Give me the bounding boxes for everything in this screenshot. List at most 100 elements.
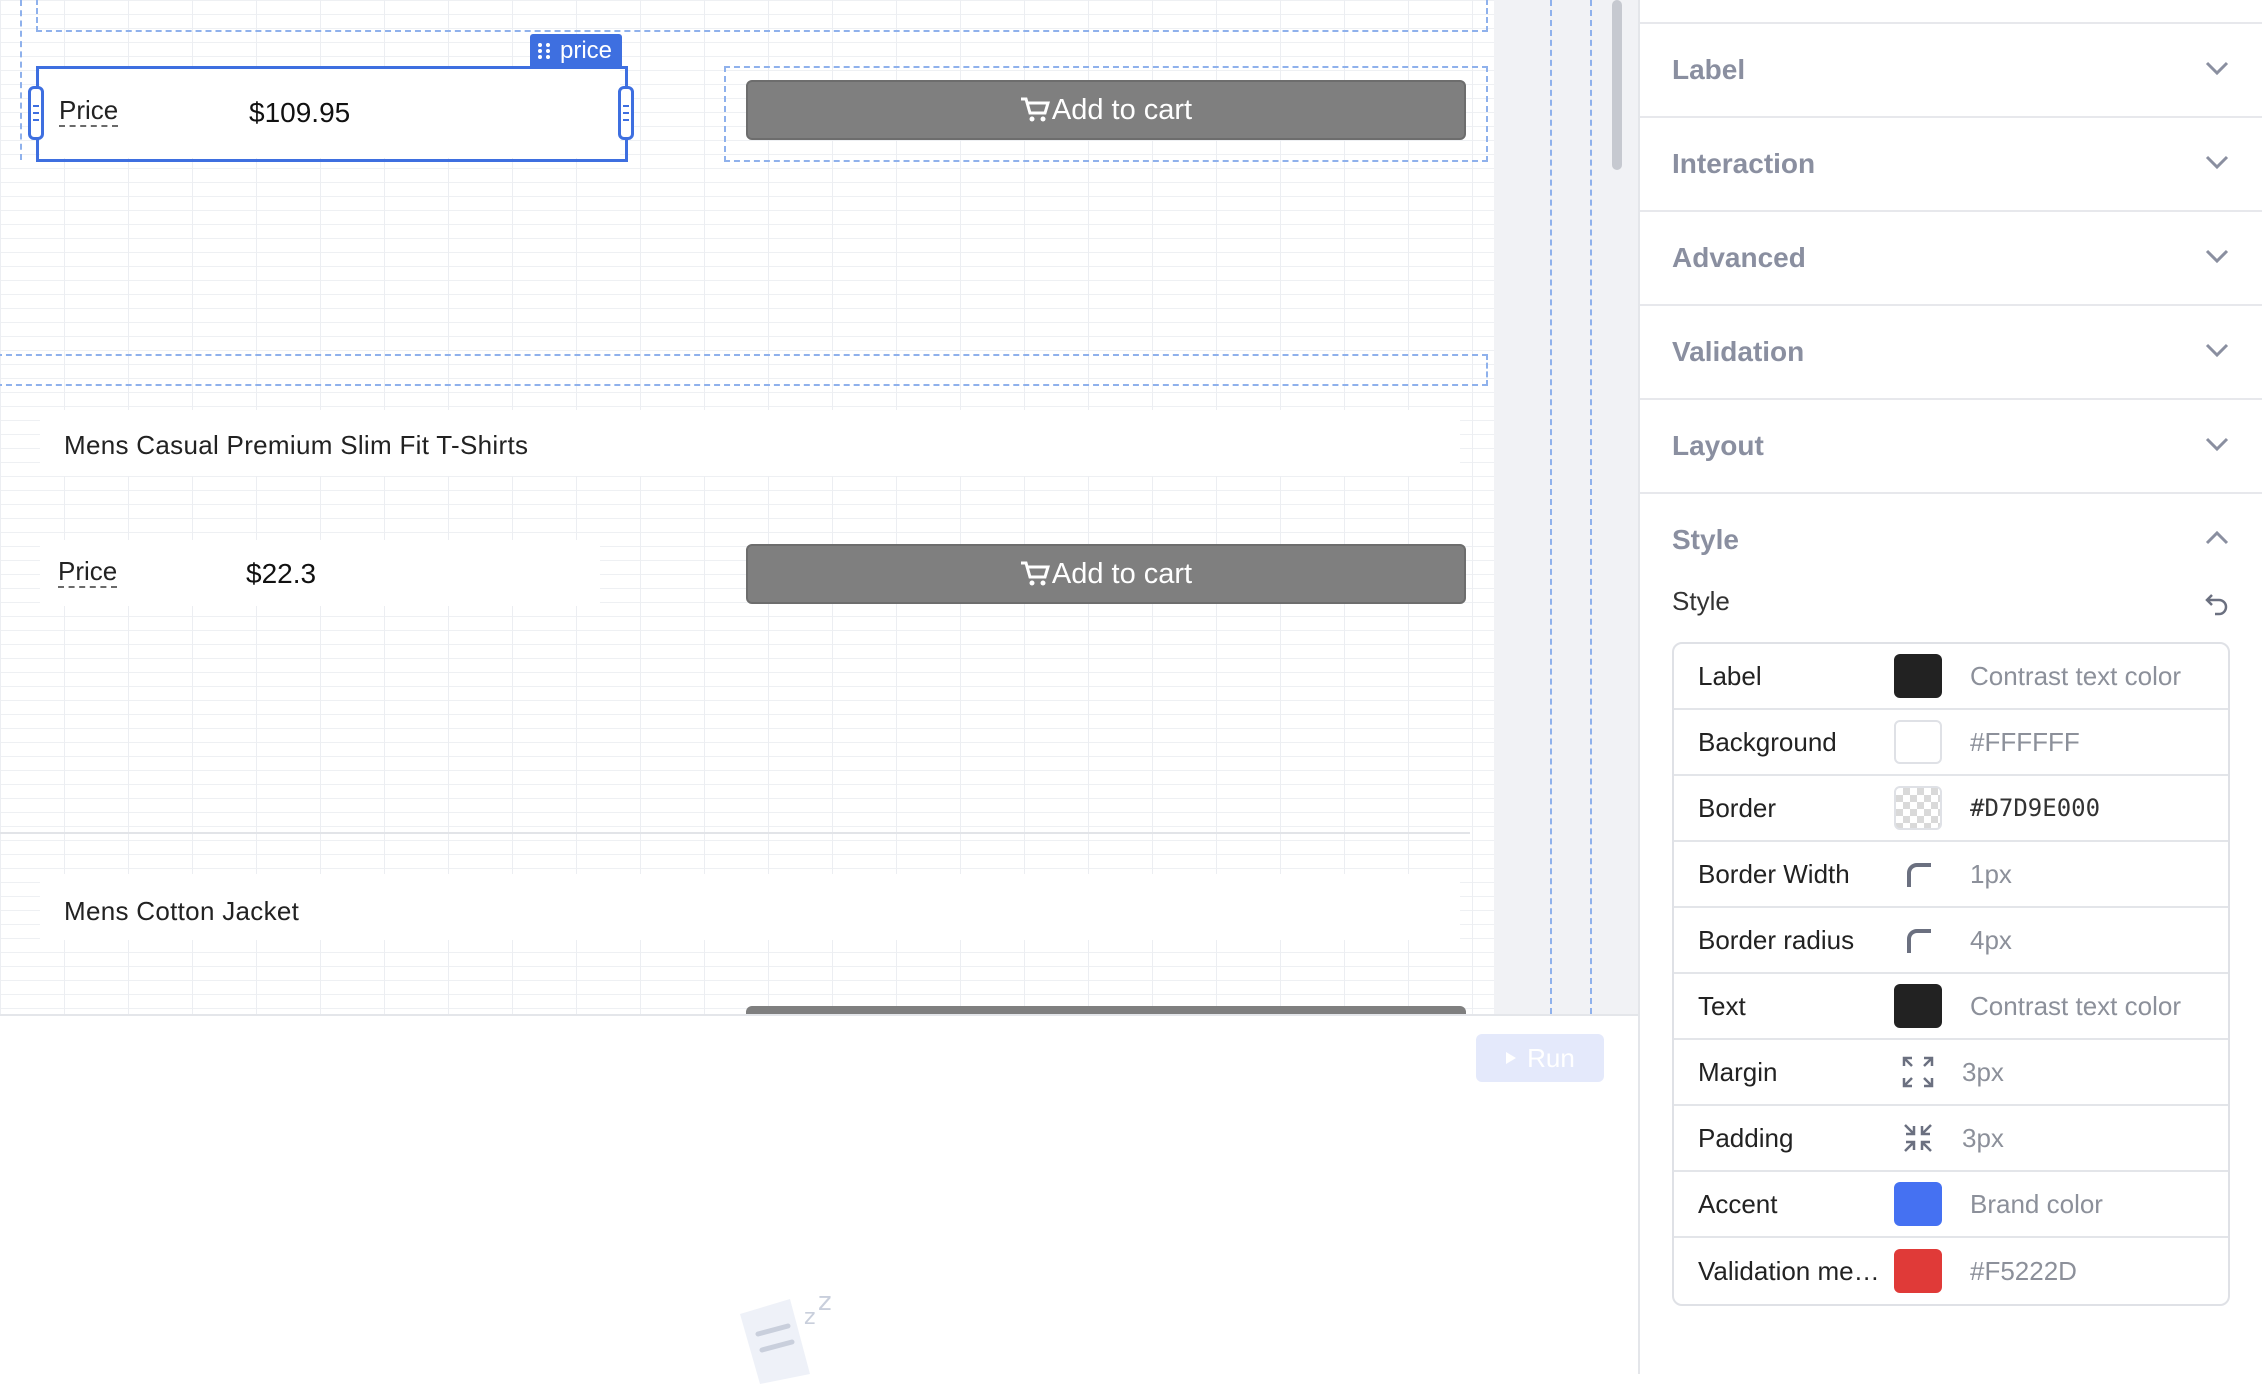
svg-text:z: z: [804, 1305, 816, 1330]
run-button[interactable]: Run: [1476, 1034, 1604, 1082]
style-row-label[interactable]: Label Contrast text color: [1674, 644, 2228, 710]
resize-handle-right[interactable]: [618, 86, 634, 140]
style-row-border[interactable]: Border #D7D9E000: [1674, 776, 2228, 842]
widget-tag[interactable]: price: [530, 34, 623, 68]
section-interaction[interactable]: Interaction: [1640, 118, 2262, 212]
property-value[interactable]: #F5222D: [1970, 1256, 2077, 1287]
section-advanced[interactable]: Advanced: [1640, 212, 2262, 306]
property-label: Border Width: [1698, 858, 1850, 889]
guide-line: [1590, 0, 1592, 1014]
property-label: Border radius: [1698, 924, 1855, 955]
property-value[interactable]: Contrast text color: [1970, 991, 2181, 1022]
price-value: $109.95: [249, 97, 351, 128]
chevron-down-icon: [2204, 248, 2230, 269]
product-title-area: Mens Cotton Jacket: [40, 874, 1460, 940]
property-label: Accent: [1698, 1188, 1778, 1219]
transparent-swatch[interactable]: [1894, 786, 1942, 830]
chevron-down-icon: [2204, 154, 2230, 175]
section-layout[interactable]: Layout: [1640, 400, 2262, 494]
color-swatch[interactable]: [1894, 1182, 1942, 1226]
guide-line: [1550, 0, 1552, 1014]
property-value[interactable]: 3px: [1962, 1123, 2004, 1154]
section-title: Interaction: [1672, 148, 1816, 179]
add-to-cart-button[interactable]: Add to cart: [746, 544, 1466, 604]
chevron-up-icon: [2204, 530, 2230, 551]
style-properties-table: Label Contrast text color Background #FF…: [1672, 642, 2230, 1306]
add-to-cart-label: Add to cart: [1051, 557, 1193, 590]
expand-icon: [1894, 1050, 1942, 1094]
color-swatch[interactable]: [1894, 654, 1942, 698]
color-swatch[interactable]: [1894, 1249, 1942, 1293]
canvas-gutter: [1494, 0, 1638, 1014]
style-row-border-radius[interactable]: Border radius 4px: [1674, 908, 2228, 974]
reset-icon[interactable]: [2204, 590, 2230, 616]
property-value[interactable]: #D7D9E000: [1970, 794, 2100, 822]
add-to-cart-button[interactable]: Add to cart: [746, 80, 1466, 140]
style-row-margin[interactable]: Margin 3px: [1674, 1040, 2228, 1106]
section-label[interactable]: Label: [1640, 24, 2262, 118]
price-value: $22.3: [246, 558, 317, 589]
product-title: Mens Cotton Jacket: [64, 896, 300, 926]
property-label: Border: [1698, 792, 1777, 823]
style-row-text[interactable]: Text Contrast text color: [1674, 974, 2228, 1040]
guide-line: [20, 0, 22, 160]
price-label: Price: [59, 95, 119, 127]
chevron-down-icon: [2204, 436, 2230, 457]
property-value[interactable]: Brand color: [1970, 1189, 2103, 1220]
drag-handle-icon[interactable]: [536, 41, 552, 61]
canvas-scrollbar[interactable]: [1612, 0, 1622, 170]
widget-tag-label: price: [560, 37, 613, 64]
chevron-down-icon: [2204, 60, 2230, 81]
section-title: Style: [1672, 524, 1739, 555]
svg-text:z: z: [818, 1287, 832, 1317]
property-label: Text: [1698, 990, 1746, 1021]
style-row-padding[interactable]: Padding 3px: [1674, 1106, 2228, 1172]
property-label: Validation me…: [1698, 1255, 1880, 1286]
price-label: Price: [58, 556, 118, 588]
app-canvas[interactable]: price Price $109.95 Add to cart Mens Cas…: [0, 0, 1494, 1014]
style-sub-label: Style: [1672, 586, 1730, 616]
inspector-panel: Label Interaction Advanced Validation La…: [1638, 0, 2262, 1374]
container-outline: [36, 0, 1488, 32]
section-title: Layout: [1672, 430, 1764, 461]
style-row-background[interactable]: Background #FFFFFF: [1674, 710, 2228, 776]
property-label: Padding: [1698, 1122, 1794, 1153]
border-corner-icon: [1894, 852, 1942, 896]
style-row-border-width[interactable]: Border Width 1px: [1674, 842, 2228, 908]
chevron-down-icon: [2204, 342, 2230, 363]
query-panel: Run z z: [0, 1014, 1638, 1384]
property-value[interactable]: Contrast text color: [1970, 661, 2181, 692]
color-swatch[interactable]: [1894, 720, 1942, 764]
cart-icon: [1020, 97, 1050, 122]
property-value[interactable]: 3px: [1962, 1057, 2004, 1088]
add-to-cart-button[interactable]: [746, 1006, 1466, 1014]
add-to-cart-label: Add to cart: [1051, 93, 1193, 126]
resize-handle-left[interactable]: [28, 86, 44, 140]
price-widget-area: Price $22.3: [40, 540, 600, 606]
style-row-validation-message[interactable]: Validation me… #F5222D: [1674, 1238, 2228, 1304]
property-label: Label: [1698, 660, 1762, 691]
product-title: Mens Casual Premium Slim Fit T-Shirts: [64, 430, 529, 460]
section-title: Label: [1672, 54, 1746, 85]
collapse-icon: [1894, 1116, 1942, 1160]
play-icon: [1506, 1052, 1517, 1064]
section-title: Validation: [1672, 336, 1805, 367]
style-row-accent[interactable]: Accent Brand color: [1674, 1172, 2228, 1238]
run-label: Run: [1527, 1042, 1575, 1073]
section-validation[interactable]: Validation: [1640, 306, 2262, 400]
property-value[interactable]: 1px: [1970, 859, 2012, 890]
cart-icon: [1020, 561, 1050, 586]
property-label: Margin: [1698, 1056, 1778, 1087]
style-subheader: Style: [1640, 586, 2262, 632]
property-value[interactable]: #FFFFFF: [1970, 727, 2080, 758]
color-swatch[interactable]: [1894, 984, 1942, 1028]
section-title: Advanced: [1672, 242, 1806, 273]
list-item-outline: [0, 354, 1488, 386]
empty-state-illustration-icon: z z: [740, 1287, 832, 1384]
product-title-area: Mens Casual Premium Slim Fit T-Shirts: [40, 410, 1460, 476]
property-value[interactable]: 4px: [1970, 925, 2012, 956]
selected-price-widget[interactable]: Price $109.95: [36, 66, 628, 162]
property-label: Background: [1698, 726, 1837, 757]
border-radius-icon: [1894, 918, 1942, 962]
section-style[interactable]: Style: [1640, 494, 2262, 586]
